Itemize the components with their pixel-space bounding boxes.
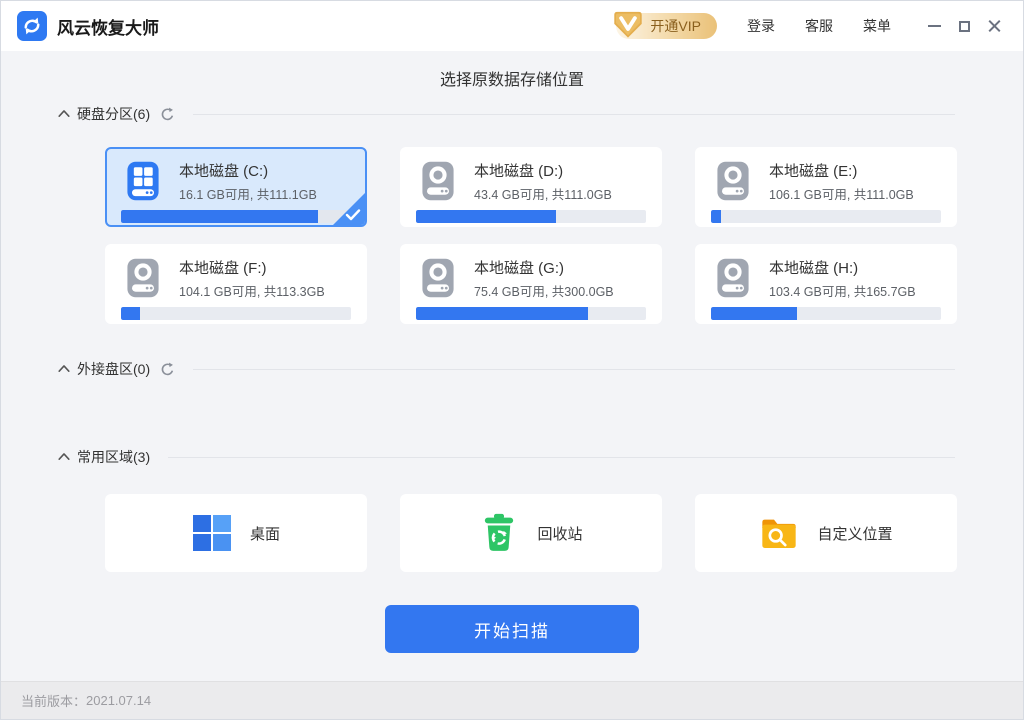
disk-card-g[interactable]: 本地磁盘 (G:) 75.4 GB可用, 共300.0GB	[400, 244, 662, 324]
footer: 当前版本： 2021.07.14	[1, 681, 1023, 719]
disk-info: 103.4 GB可用, 共165.7GB	[769, 281, 916, 300]
section-title: 外接盘区(0)	[77, 359, 150, 379]
area-label: 桌面	[250, 523, 280, 544]
system-drive-icon	[121, 159, 165, 203]
disk-usage-bar	[416, 307, 646, 320]
section-title: 常用区域(3)	[77, 447, 150, 467]
disk-card-h[interactable]: 本地磁盘 (H:) 103.4 GB可用, 共165.7GB	[695, 244, 957, 324]
disk-info: 104.1 GB可用, 共113.3GB	[179, 281, 325, 300]
vip-crown-icon	[612, 10, 644, 40]
app-logo-icon	[17, 11, 47, 41]
disk-usage-bar	[711, 210, 941, 223]
app-window: 风云恢复大师 开通VIP 登录 客服 菜单 选择原数据存储位置	[0, 0, 1024, 720]
disk-info: 106.1 GB可用, 共111.0GB	[769, 184, 914, 203]
area-label: 回收站	[537, 523, 582, 544]
disk-usage-bar	[121, 307, 351, 320]
recycle-bin-icon	[479, 513, 519, 553]
start-scan-button[interactable]: 开始扫描	[385, 605, 639, 653]
refresh-icon[interactable]	[160, 107, 175, 122]
menu-link[interactable]: 菜单	[863, 16, 891, 36]
section-divider	[193, 114, 955, 115]
section-divider	[193, 369, 955, 370]
common-area-grid: 桌面 回收站 自定义	[105, 494, 1023, 572]
section-divider	[168, 457, 955, 458]
disk-usage-bar	[416, 210, 646, 223]
disk-info: 43.4 GB可用, 共111.0GB	[474, 184, 612, 203]
disk-info: 16.1 GB可用, 共111.1GB	[179, 184, 317, 203]
close-button[interactable]	[979, 11, 1009, 41]
login-link[interactable]: 登录	[747, 16, 775, 36]
close-icon	[988, 20, 1001, 33]
maximize-button[interactable]	[949, 11, 979, 41]
disk-name: 本地磁盘 (C:)	[179, 160, 317, 181]
chevron-up-icon[interactable]	[57, 107, 71, 121]
disk-usage-bar	[711, 307, 941, 320]
disk-name: 本地磁盘 (H:)	[769, 257, 916, 278]
disk-card-e[interactable]: 本地磁盘 (E:) 106.1 GB可用, 共111.0GB	[695, 147, 957, 227]
section-title: 硬盘分区(6)	[77, 104, 150, 124]
drive-icon	[416, 159, 460, 203]
refresh-icon[interactable]	[160, 362, 175, 377]
disk-card-f[interactable]: 本地磁盘 (F:) 104.1 GB可用, 共113.3GB	[105, 244, 367, 324]
window-controls	[919, 11, 1009, 41]
vip-button[interactable]: 开通VIP	[616, 13, 717, 39]
disk-usage-bar	[121, 210, 351, 223]
minimize-button[interactable]	[919, 11, 949, 41]
check-icon	[345, 209, 361, 221]
section-external-disks: 外接盘区(0)	[57, 360, 955, 378]
drive-icon	[711, 159, 755, 203]
titlebar-actions: 开通VIP 登录 客服 菜单	[616, 11, 1009, 41]
area-label: 自定义位置	[817, 523, 892, 544]
disk-grid: 本地磁盘 (C:) 16.1 GB可用, 共111.1GB	[105, 147, 1023, 324]
version-value: 2021.07.14	[86, 693, 151, 708]
main-content: 选择原数据存储位置 硬盘分区(6)	[1, 51, 1023, 681]
custom-location-card[interactable]: 自定义位置	[695, 494, 957, 572]
version-label: 当前版本：	[21, 691, 86, 710]
minimize-icon	[928, 25, 941, 27]
windows-logo-icon	[192, 513, 232, 553]
disk-name: 本地磁盘 (F:)	[179, 257, 325, 278]
maximize-icon	[959, 21, 970, 32]
vip-button-label: 开通VIP	[650, 16, 701, 36]
chevron-up-icon[interactable]	[57, 362, 71, 376]
recycle-bin-card[interactable]: 回收站	[400, 494, 662, 572]
disk-name: 本地磁盘 (E:)	[769, 160, 914, 181]
disk-name: 本地磁盘 (G:)	[474, 257, 614, 278]
support-link[interactable]: 客服	[805, 16, 833, 36]
app-title: 风云恢复大师	[57, 14, 159, 39]
section-hard-disk-partitions: 硬盘分区(6)	[57, 105, 955, 123]
titlebar: 风云恢复大师 开通VIP 登录 客服 菜单	[1, 1, 1023, 51]
disk-name: 本地磁盘 (D:)	[474, 160, 612, 181]
section-common-areas: 常用区域(3)	[57, 448, 955, 466]
disk-card-c[interactable]: 本地磁盘 (C:) 16.1 GB可用, 共111.1GB	[105, 147, 367, 227]
chevron-up-icon[interactable]	[57, 450, 71, 464]
desktop-card[interactable]: 桌面	[105, 494, 367, 572]
drive-icon	[711, 256, 755, 300]
page-title: 选择原数据存储位置	[1, 71, 1023, 91]
drive-icon	[121, 256, 165, 300]
folder-search-icon	[759, 513, 799, 553]
disk-card-d[interactable]: 本地磁盘 (D:) 43.4 GB可用, 共111.0GB	[400, 147, 662, 227]
drive-icon	[416, 256, 460, 300]
disk-info: 75.4 GB可用, 共300.0GB	[474, 281, 614, 300]
